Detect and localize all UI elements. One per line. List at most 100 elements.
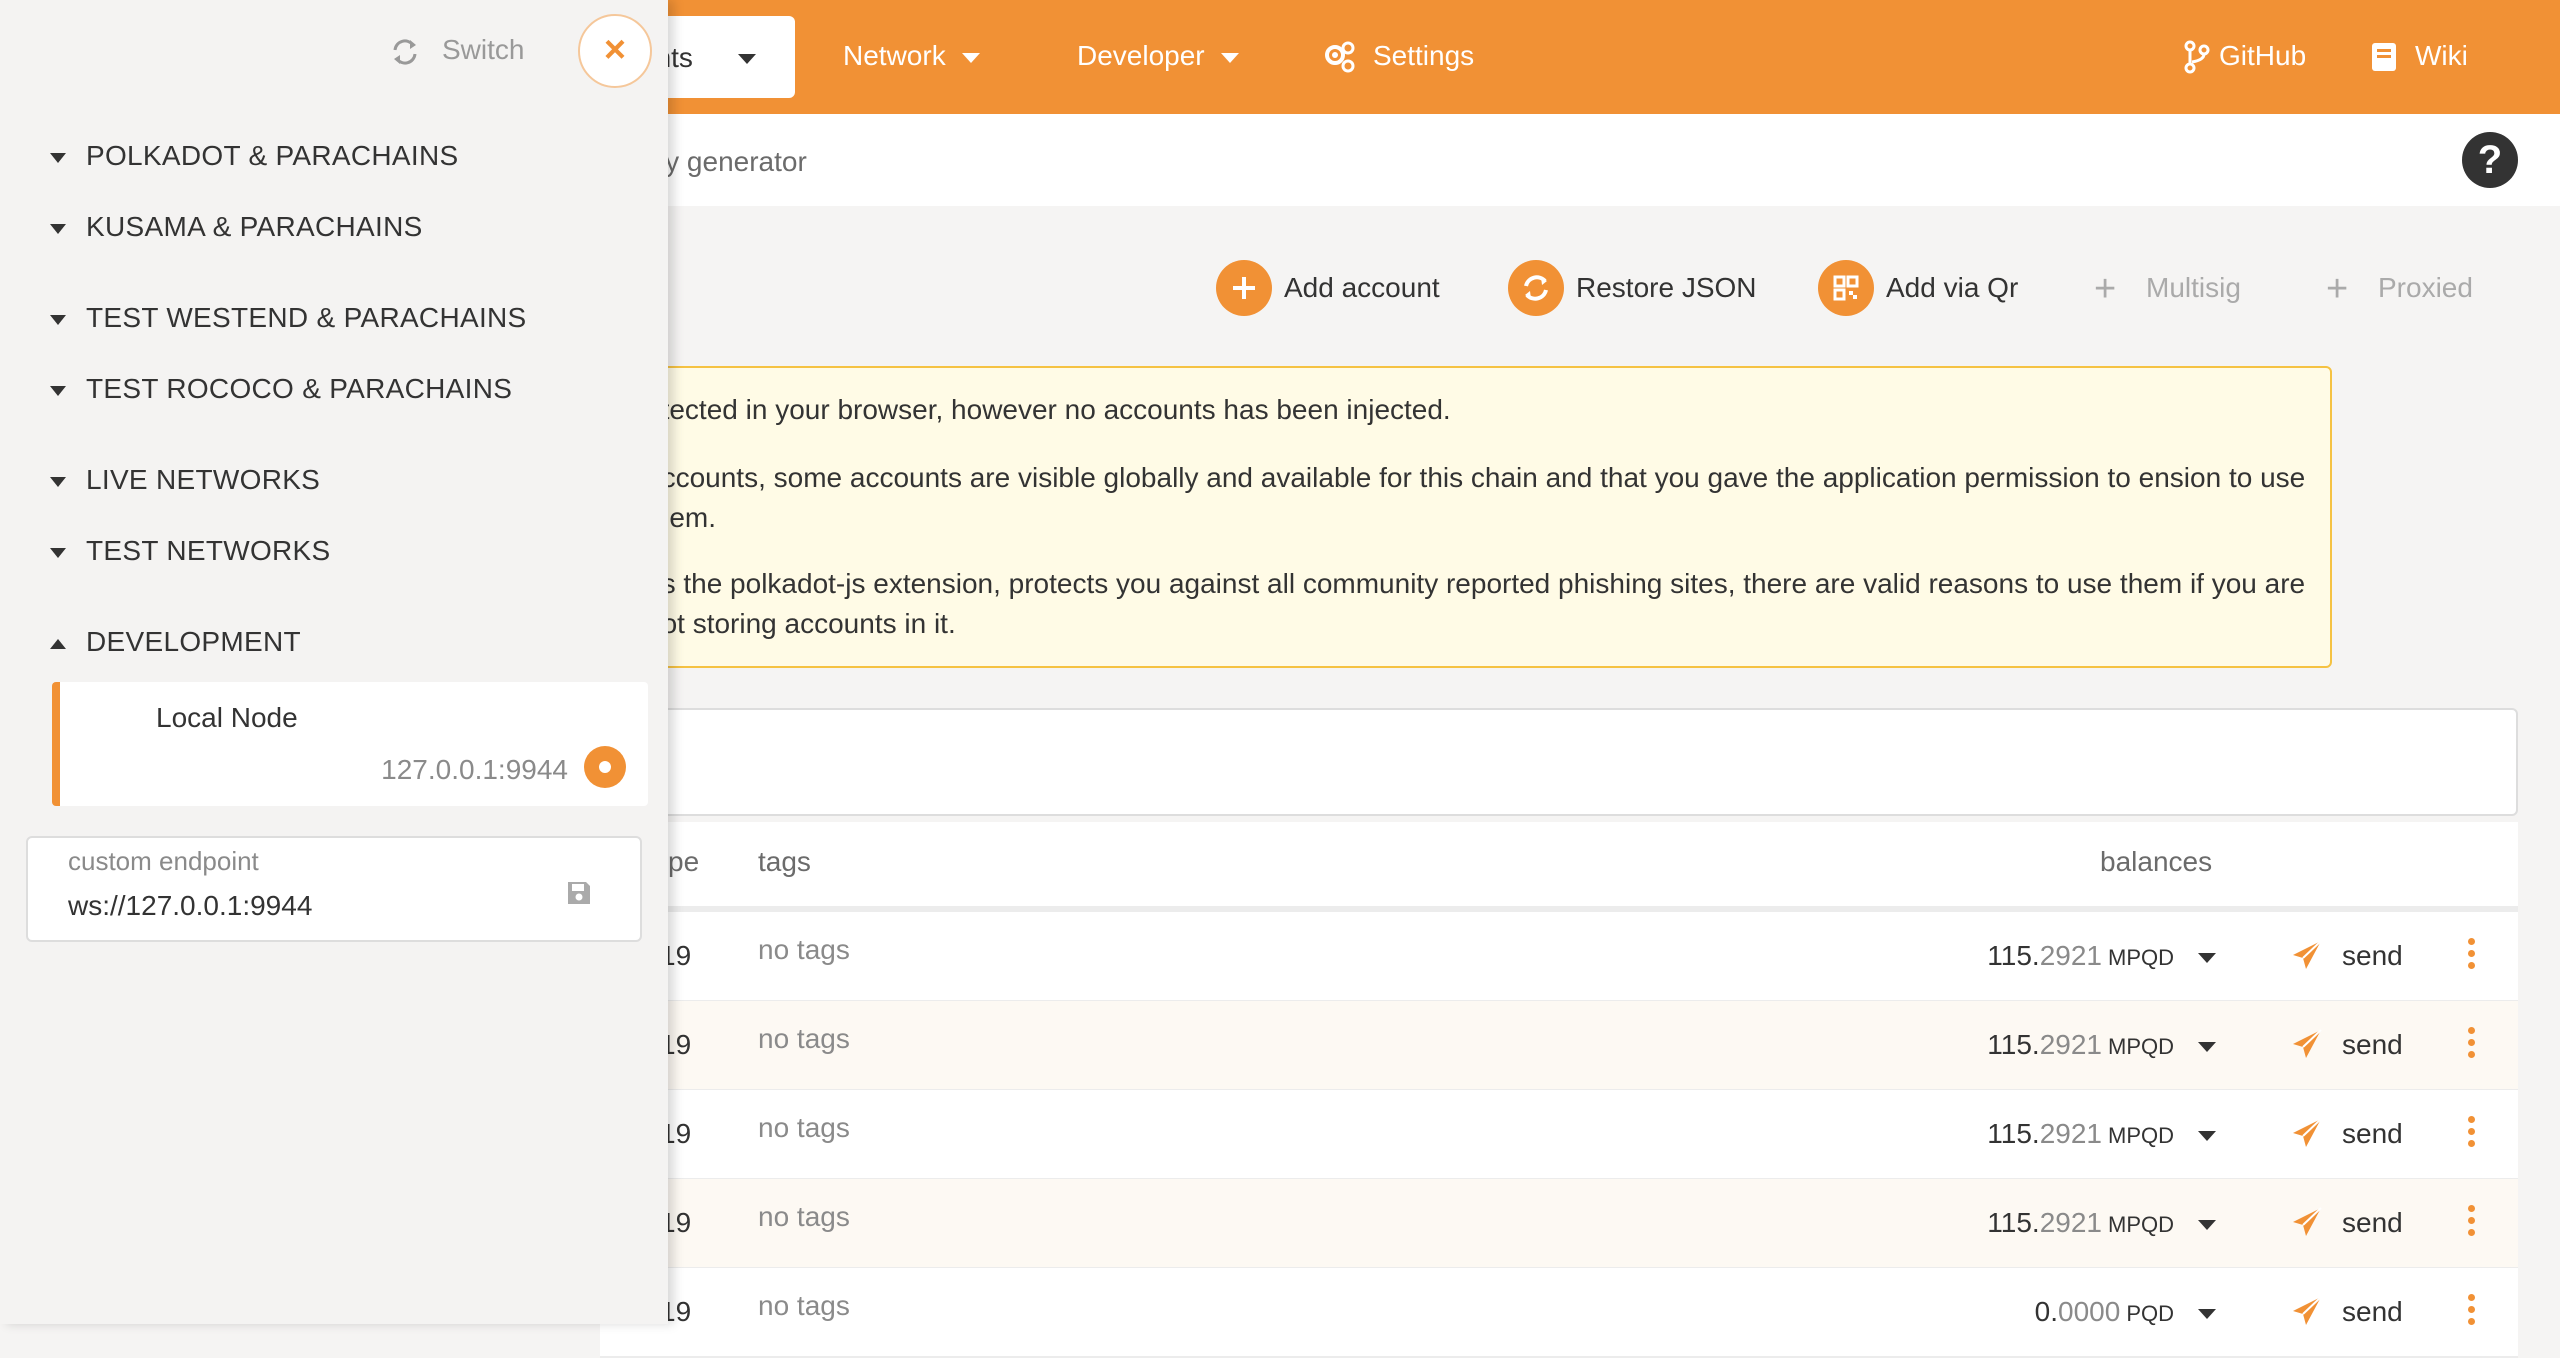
paper-plane-icon[interactable] [2290, 1205, 2324, 1239]
accounts-table-header: pe tags balances [600, 822, 2518, 912]
more-options-icon[interactable] [2468, 1027, 2476, 1061]
balance-int: 115. [1987, 1029, 2040, 1060]
table-row: 19 no tags 115.2921 MPQD send [600, 912, 2518, 1002]
balance-unit: MPQD [2108, 1212, 2174, 1237]
row-tags[interactable]: no tags [758, 1201, 850, 1233]
chevron-down-icon [738, 54, 756, 64]
row-balance[interactable]: 115.2921 MPQD [1987, 1029, 2216, 1061]
send-button[interactable]: send [2342, 1118, 2403, 1150]
group-label: TEST NETWORKS [86, 535, 331, 566]
more-options-icon[interactable] [2468, 1205, 2476, 1239]
local-node-option[interactable]: Local Node 127.0.0.1:9944 [52, 682, 648, 806]
header-balances: balances [2100, 846, 2213, 877]
balance-dec: 0000 [2058, 1296, 2121, 1327]
balance-dec: 2921 [2039, 940, 2102, 971]
nav-network[interactable]: Network [843, 40, 980, 72]
paper-plane-icon[interactable] [2290, 1116, 2324, 1150]
group-test-rococo[interactable]: TEST ROCOCO & PARACHAINS [50, 373, 512, 405]
book-icon [2372, 43, 2396, 71]
row-tags[interactable]: no tags [758, 1290, 850, 1322]
switch-label: Switch [442, 34, 525, 65]
row-balance[interactable]: 115.2921 MPQD [1987, 940, 2216, 972]
caret-down-icon [50, 223, 66, 234]
caret-down-icon [50, 476, 66, 487]
custom-endpoint-value[interactable]: ws://127.0.0.1:9944 [68, 890, 312, 922]
save-icon[interactable] [566, 880, 592, 906]
header-tags: tags [758, 846, 811, 877]
group-label: KUSAMA & PARACHAINS [86, 211, 423, 242]
balance-int: 115. [1987, 1118, 2040, 1149]
balance-unit: MPQD [2108, 1123, 2174, 1148]
balance-unit: MPQD [2108, 945, 2174, 970]
multisig-label: Multisig [2146, 272, 2241, 303]
balance-unit: MPQD [2108, 1034, 2174, 1059]
custom-endpoint-label: custom endpoint [68, 846, 259, 876]
qrcode-icon [1818, 260, 1874, 316]
filter-box[interactable] [600, 708, 2518, 816]
table-row: 19 no tags 0.0000 PQD send [600, 1268, 2518, 1358]
plus-icon [1216, 260, 1272, 316]
restore-json-label: Restore JSON [1576, 272, 1757, 303]
switch-button[interactable]: Switch [390, 34, 524, 67]
group-label: LIVE NETWORKS [86, 464, 321, 495]
chevron-down-icon [2198, 1219, 2216, 1230]
sync-icon [1508, 260, 1564, 316]
more-options-icon[interactable] [2468, 938, 2476, 972]
chevron-down-icon [2198, 1308, 2216, 1319]
balance-dec: 2921 [2039, 1029, 2102, 1060]
chevron-down-icon [2198, 1130, 2216, 1141]
row-balance[interactable]: 0.0000 PQD [2035, 1296, 2216, 1328]
row-tags[interactable]: no tags [758, 934, 850, 966]
nav-developer-label: Developer [1077, 40, 1205, 71]
github-label: GitHub [2219, 40, 2307, 71]
close-button[interactable]: × [578, 14, 652, 88]
group-test-westend[interactable]: TEST WESTEND & PARACHAINS [50, 302, 527, 334]
send-button[interactable]: send [2342, 1029, 2403, 1061]
group-label: POLKADOT & PARACHAINS [86, 140, 459, 171]
group-live-networks[interactable]: LIVE NETWORKS [50, 464, 320, 496]
row-tags[interactable]: no tags [758, 1112, 850, 1144]
group-kusama[interactable]: KUSAMA & PARACHAINS [50, 211, 423, 243]
more-options-icon[interactable] [2468, 1116, 2476, 1150]
paper-plane-icon[interactable] [2290, 1294, 2324, 1328]
more-options-icon[interactable] [2468, 1294, 2476, 1328]
send-button[interactable]: send [2342, 1207, 2403, 1239]
nav-settings[interactable]: Settings [1373, 40, 1474, 72]
paper-plane-icon[interactable] [2290, 938, 2324, 972]
plus-icon: + [2326, 268, 2349, 310]
caret-down-icon [50, 314, 66, 325]
row-tags[interactable]: no tags [758, 1023, 850, 1055]
caret-down-icon [50, 385, 66, 396]
paper-plane-icon[interactable] [2290, 1027, 2324, 1061]
row-balance[interactable]: 115.2921 MPQD [1987, 1118, 2216, 1150]
custom-endpoint-field[interactable]: custom endpoint ws://127.0.0.1:9944 [26, 836, 642, 942]
wiki-link[interactable]: Wiki [2415, 40, 2468, 72]
node-address: 127.0.0.1:9944 [381, 754, 568, 785]
chevron-down-icon [1220, 52, 1239, 63]
notice-line-2: accounts, some accounts are visible glob… [646, 462, 2306, 533]
group-development[interactable]: DEVELOPMENT [50, 626, 301, 658]
github-link[interactable]: GitHub [2219, 40, 2306, 72]
nav-developer[interactable]: Developer [1077, 40, 1239, 72]
sync-icon [393, 39, 417, 65]
add-account-label: Add account [1284, 272, 1440, 303]
row-balance[interactable]: 115.2921 MPQD [1987, 1207, 2216, 1239]
group-test-networks[interactable]: TEST NETWORKS [50, 535, 331, 567]
help-icon[interactable]: ? [2462, 132, 2518, 188]
table-row: 19 no tags 115.2921 MPQD send [600, 1090, 2518, 1180]
selected-radio-icon[interactable] [584, 746, 626, 788]
chevron-down-icon [961, 52, 980, 63]
send-button[interactable]: send [2342, 940, 2403, 972]
network-sidebar: Switch × POLKADOT & PARACHAINS KUSAMA & … [0, 0, 668, 1324]
balance-unit: PQD [2126, 1301, 2174, 1326]
notice-line-1: etected in your browser, however no acco… [646, 394, 1451, 425]
nav-settings-label: Settings [1373, 40, 1475, 71]
group-polkadot[interactable]: POLKADOT & PARACHAINS [50, 140, 458, 172]
group-label: TEST ROCOCO & PARACHAINS [86, 373, 513, 404]
add-via-qr-label: Add via Qr [1886, 272, 2019, 303]
group-label: TEST WESTEND & PARACHAINS [86, 302, 527, 333]
extension-notice: etected in your browser, however no acco… [600, 366, 2332, 668]
balance-int: 0. [2034, 1296, 2059, 1327]
send-button[interactable]: send [2342, 1296, 2403, 1328]
balance-int: 115. [1987, 940, 2040, 971]
